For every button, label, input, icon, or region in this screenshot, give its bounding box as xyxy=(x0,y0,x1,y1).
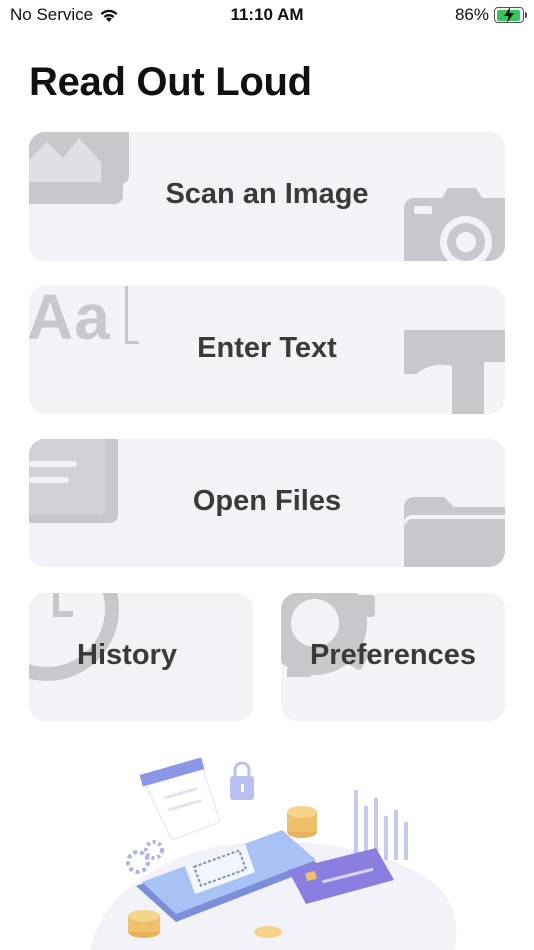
preferences-label: Preferences xyxy=(309,639,477,671)
charging-bolt-icon xyxy=(504,7,514,23)
enter-text-label: Enter Text xyxy=(197,332,337,364)
clock: 11:10 AM xyxy=(230,5,304,24)
payment-illustration xyxy=(90,757,457,950)
battery-group: 86% xyxy=(454,5,527,25)
open-files-button[interactable]: Open Files xyxy=(29,439,505,567)
battery-icon xyxy=(494,7,527,23)
history-label: History xyxy=(77,639,177,671)
status-bar: No Service 11:10 AM 86% xyxy=(0,0,534,32)
enter-text-button[interactable]: Aa Enter Text xyxy=(29,286,505,414)
history-button[interactable]: History xyxy=(29,593,253,721)
open-files-label: Open Files xyxy=(192,485,342,517)
scan-image-label: Scan an Image xyxy=(165,178,369,210)
battery-percent: 86% xyxy=(454,5,489,24)
page-title: Read Out Loud xyxy=(29,60,312,104)
preferences-button[interactable]: Preferences xyxy=(281,593,505,721)
scan-image-button[interactable]: Scan an Image xyxy=(29,132,505,261)
